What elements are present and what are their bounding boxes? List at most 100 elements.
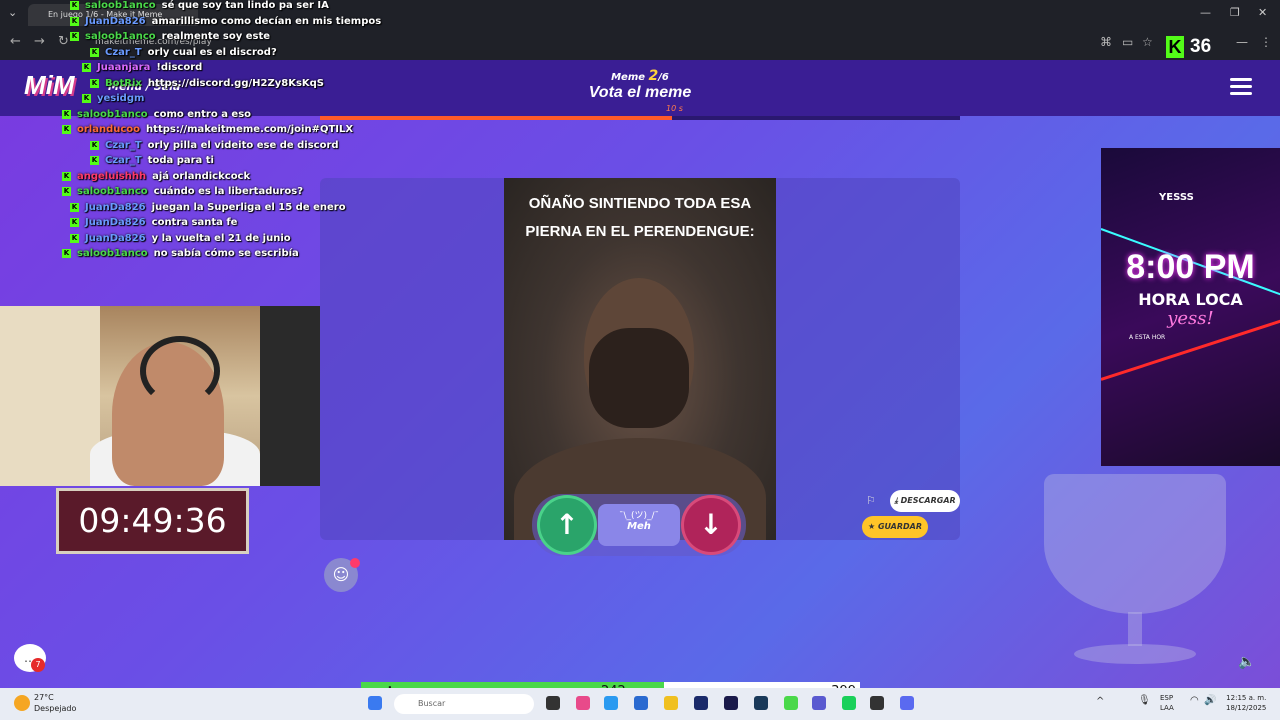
speaker-icon[interactable]: 🔈 bbox=[1238, 654, 1255, 670]
chat-message: Kyesidgm bbox=[82, 93, 150, 104]
chat-username[interactable]: JuanDa826 bbox=[85, 16, 146, 27]
chat-text: ajá orlandickcock bbox=[152, 170, 251, 182]
chat-text: https://makeitmeme.com/join#QTILX bbox=[146, 124, 354, 135]
chat-text: cuándo es la libertaduros? bbox=[153, 186, 304, 197]
volume-icon[interactable]: 🔊 bbox=[1204, 695, 1216, 706]
close-icon[interactable]: ✕ bbox=[1258, 6, 1267, 19]
round-counter: Meme 2/6 bbox=[540, 68, 740, 84]
chat-username[interactable]: saloob1anco bbox=[85, 31, 156, 42]
kick-chat-icon: K bbox=[62, 249, 71, 258]
chrome-icon[interactable] bbox=[604, 696, 618, 710]
downvote-button[interactable]: ↓ bbox=[684, 498, 738, 552]
save-label: GUARDAR bbox=[877, 522, 922, 531]
arrow-up-icon: ↑ bbox=[555, 508, 579, 541]
tray-lang1: ESP bbox=[1160, 694, 1174, 702]
chat-text: contra santa fe bbox=[151, 217, 238, 228]
tray-language[interactable]: ESP LAA bbox=[1160, 693, 1174, 713]
download-button[interactable]: ⤓ DESCARGAR bbox=[890, 490, 960, 512]
maximize-icon[interactable]: ❐ bbox=[1230, 6, 1240, 19]
arrow-down-icon: ↓ bbox=[699, 508, 723, 541]
chat-text: como entro a eso bbox=[153, 108, 252, 120]
chat-username[interactable]: saloob1anco bbox=[77, 186, 148, 197]
chat-username[interactable]: saloob1anco bbox=[85, 0, 156, 11]
app-icon-1[interactable] bbox=[576, 696, 590, 710]
kick-viewer-badge: K 36 bbox=[1166, 36, 1211, 58]
back-icon[interactable]: ← bbox=[10, 34, 21, 49]
chat-username[interactable]: JuanDa826 bbox=[85, 217, 146, 228]
promo-hora-loca: HORA LOCA bbox=[1138, 290, 1243, 309]
chat-username[interactable]: Czar_T bbox=[105, 155, 142, 166]
wifi-icon[interactable]: ◠ bbox=[1190, 695, 1199, 706]
chat-username[interactable]: orlanducoo bbox=[77, 124, 140, 135]
weather-desc: Despejado bbox=[34, 704, 77, 713]
kick-chat-icon: K bbox=[62, 171, 71, 181]
spotify-icon[interactable] bbox=[842, 696, 856, 710]
report-flag-icon[interactable]: ⚐ bbox=[866, 494, 876, 507]
app-icon-2[interactable] bbox=[634, 696, 648, 710]
discord-icon[interactable] bbox=[900, 696, 914, 710]
chat-username[interactable]: Juaanjara bbox=[97, 62, 150, 73]
promo-yess: yess! bbox=[1167, 308, 1214, 329]
chat-username[interactable]: JuanDa826 bbox=[85, 233, 146, 244]
tray-chevron-icon[interactable]: ^ bbox=[1096, 696, 1104, 707]
chat-message: K JuanDa826 amarillismo como decían en mis… bbox=[70, 16, 381, 27]
hamburger-menu-icon[interactable] bbox=[1230, 78, 1252, 99]
task-view-icon[interactable] bbox=[546, 696, 560, 710]
menu-dash-icon[interactable]: — bbox=[1236, 35, 1248, 49]
forward-icon[interactable]: → bbox=[34, 34, 45, 49]
more-options-icon[interactable]: ⋮ bbox=[1260, 35, 1272, 49]
taskbar-search[interactable]: Buscar bbox=[394, 694, 534, 714]
chat-username[interactable]: BotRix bbox=[105, 78, 142, 89]
audition-icon[interactable] bbox=[724, 696, 738, 710]
chat-username[interactable]: angeluishhh bbox=[77, 171, 146, 182]
teams-icon[interactable] bbox=[812, 696, 826, 710]
chat-username[interactable]: Czar_T bbox=[105, 140, 142, 151]
chat-message: K BotRix https://discord.gg/H2Zy8KsKqS bbox=[90, 78, 324, 89]
windows-start-icon[interactable] bbox=[368, 696, 382, 710]
chat-text: y la vuelta el 21 de junio bbox=[151, 232, 291, 244]
chat-text: juegan la Superliga el 15 de enero bbox=[151, 201, 346, 213]
promo-time: 8:00 PM bbox=[1126, 248, 1255, 286]
round-current: 2 bbox=[648, 68, 659, 84]
translate-icon[interactable]: ⌘ bbox=[1100, 35, 1112, 49]
kick-chat-icon: K bbox=[70, 218, 79, 227]
chat-username[interactable]: saloob1anco bbox=[77, 109, 148, 120]
tab-list-icon[interactable]: ⌄ bbox=[8, 6, 17, 19]
meme-image: OÑAÑO SINTIENDO TODA ESA PIERNA EN EL PE… bbox=[504, 178, 776, 540]
premiere-icon[interactable] bbox=[694, 696, 708, 710]
weather-sun-icon[interactable] bbox=[14, 695, 30, 711]
countdown-timer: 10 s bbox=[666, 104, 683, 113]
microphone-icon[interactable]: 🎙 bbox=[1138, 695, 1151, 706]
meme-caption-line2: PIERNA EN EL PERENDENGUE: bbox=[525, 223, 755, 240]
chat-username[interactable]: Czar_T bbox=[105, 47, 142, 58]
webcam-wall bbox=[0, 306, 100, 486]
chat-message: Ksaloob1anco realmente soy este bbox=[70, 31, 270, 42]
upvote-button[interactable]: ↑ bbox=[540, 498, 594, 552]
kick-chat-icon: K bbox=[70, 233, 79, 243]
save-button[interactable]: ★ GUARDAR bbox=[862, 516, 928, 538]
chat-message: Kangeluishhh ajá orlandickcock bbox=[62, 171, 250, 182]
obs-icon[interactable] bbox=[870, 696, 884, 710]
file-explorer-icon[interactable] bbox=[664, 696, 678, 710]
chat-username[interactable]: JuanDa826 bbox=[85, 202, 146, 213]
chat-message: Ksaloob1anco no sabía cómo se escribía bbox=[62, 248, 299, 259]
mim-logo[interactable]: MiM bbox=[24, 70, 75, 101]
bookmark-star-icon[interactable]: ☆ bbox=[1142, 35, 1153, 49]
round-info: Meme 2/6 Vota el meme bbox=[540, 68, 740, 102]
cast-icon[interactable]: ▭ bbox=[1122, 35, 1133, 49]
tray-clock[interactable]: 12:15 a. m. 18/12/2025 bbox=[1226, 693, 1266, 713]
meh-face: ¯\_(ツ)_/¯ bbox=[618, 511, 660, 521]
chat-username[interactable]: yesidgm bbox=[97, 93, 144, 104]
kick-chat-icon: K bbox=[90, 156, 99, 165]
app-icon-3[interactable] bbox=[784, 696, 798, 710]
chat-text: !discord bbox=[156, 62, 203, 73]
minimize-icon[interactable]: — bbox=[1200, 6, 1211, 19]
reload-icon[interactable]: ↻ bbox=[58, 34, 69, 49]
steam-icon[interactable] bbox=[754, 696, 768, 710]
meh-vote-button[interactable]: ¯\_(ツ)_/¯ Meh bbox=[598, 504, 680, 546]
snifter-glass-image bbox=[1040, 474, 1230, 674]
meme-stage: OÑAÑO SINTIENDO TODA ESA PIERNA EN EL PE… bbox=[320, 178, 960, 540]
chat-message: K JuanDa826 juegan la Superliga el 15 de e… bbox=[70, 202, 346, 213]
chat-username[interactable]: saloob1anco bbox=[77, 248, 148, 259]
kick-logo-icon: K bbox=[1166, 36, 1184, 58]
